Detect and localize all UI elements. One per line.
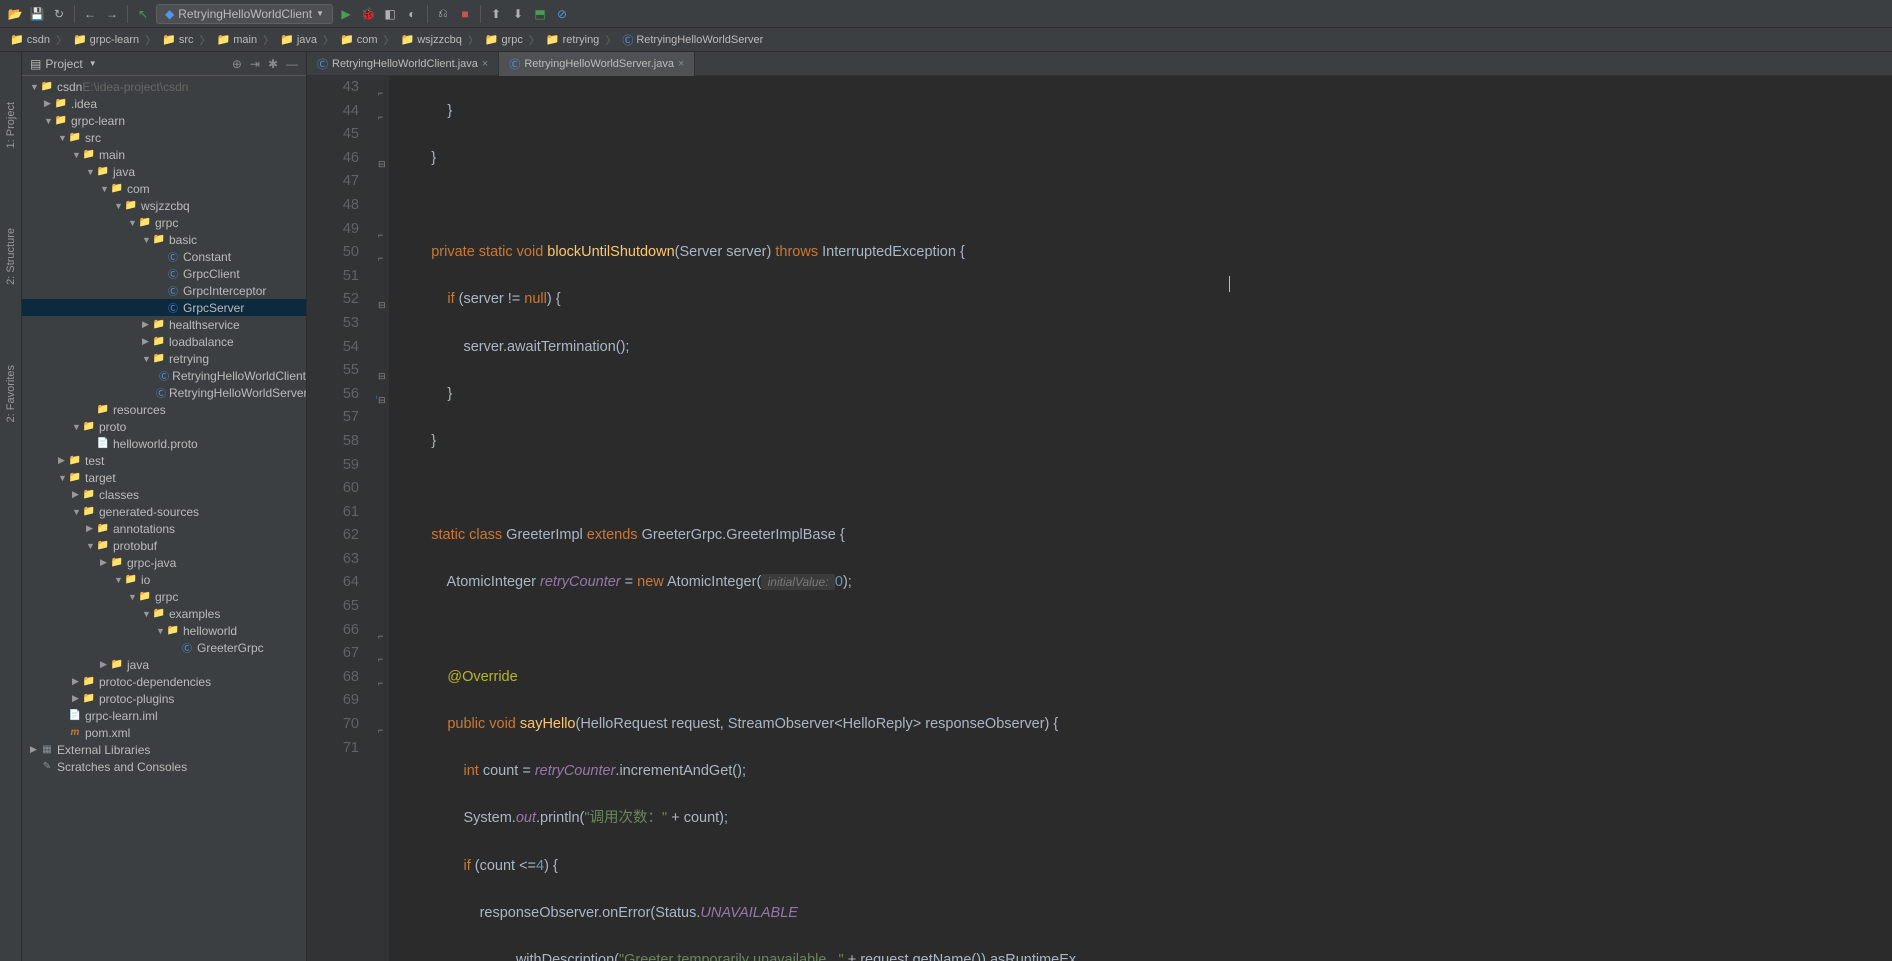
git-icon[interactable]: ⬆ — [487, 5, 505, 23]
tree-item[interactable]: ▶📁java — [22, 656, 306, 673]
tree-item[interactable]: 📁resources — [22, 401, 306, 418]
main-toolbar: 📂 💾 ↻ ← → ↖ ◆ RetryingHelloWorldClient ▼… — [0, 0, 1892, 28]
tree-item[interactable]: ▼📁generated-sources — [22, 503, 306, 520]
code-editor[interactable]: 4344454647484950515253545556575859606162… — [307, 76, 1892, 961]
project-tree[interactable]: ▼📁csdn E:\idea-project\csdn▶📁.idea▼📁grpc… — [22, 76, 306, 961]
editor-tab[interactable]: ⒸRetryingHelloWorldClient.java× — [307, 52, 499, 76]
block-icon[interactable]: ⊘ — [553, 5, 571, 23]
coverage-icon[interactable]: ◧ — [381, 5, 399, 23]
tree-item[interactable]: ▼📁helloworld — [22, 622, 306, 639]
bc-item[interactable]: 📁retrying — [546, 33, 599, 46]
bc-item[interactable]: 📁wsjzzcbq — [400, 33, 461, 46]
tree-item[interactable]: ▼📁proto — [22, 418, 306, 435]
tree-item[interactable]: ▶📁grpc-java — [22, 554, 306, 571]
hide-icon[interactable]: — — [286, 57, 298, 71]
tree-item[interactable]: ▼📁wsjzzcbq — [22, 197, 306, 214]
bc-item[interactable]: 📁com — [340, 33, 377, 46]
tree-item[interactable]: mpom.xml — [22, 724, 306, 741]
fwd-icon[interactable]: → — [103, 5, 121, 23]
tree-item[interactable]: ▼📁com — [22, 180, 306, 197]
tree-item[interactable]: ⒸGrpcServer — [22, 299, 306, 316]
tree-item[interactable]: ▼📁csdn E:\idea-project\csdn — [22, 78, 306, 95]
editor-tabs: ⒸRetryingHelloWorldClient.java× ⒸRetryin… — [307, 52, 1892, 76]
bc-item[interactable]: 📁java — [280, 33, 317, 46]
stop-icon[interactable]: ■ — [456, 5, 474, 23]
debug-icon[interactable]: 🐞 — [359, 5, 377, 23]
run-config-dropdown[interactable]: ◆ RetryingHelloWorldClient ▼ — [156, 4, 333, 24]
tree-item[interactable]: ⒸConstant — [22, 248, 306, 265]
tree-item[interactable]: ▶📁protoc-plugins — [22, 690, 306, 707]
bc-item[interactable]: 📁main — [217, 33, 258, 46]
save-icon[interactable]: 💾 — [28, 5, 46, 23]
tree-item[interactable]: ▶📁loadbalance — [22, 333, 306, 350]
tree-item[interactable]: ▶📁protoc-dependencies — [22, 673, 306, 690]
tree-item[interactable]: ▶📁classes — [22, 486, 306, 503]
tree-item[interactable]: ⒸRetryingHelloWorldClient — [22, 367, 306, 384]
tree-item[interactable]: ▶📁healthservice — [22, 316, 306, 333]
fold-column: ⌐⌐⊟⌐⌐⊟⊟⊟⌐⌐⌐⌐ — [377, 76, 389, 961]
locate-icon[interactable]: ⊕ — [232, 57, 242, 71]
tree-item[interactable]: ▶📁.idea — [22, 95, 306, 112]
collapse-icon[interactable]: ⇥ — [250, 57, 260, 71]
bc-item[interactable]: 📁src — [162, 33, 193, 46]
left-tool-tabs: 1: Project 2: Structure 2: Favorites — [0, 52, 22, 961]
close-icon[interactable]: × — [482, 58, 488, 70]
tree-item[interactable]: ⒸGrpcInterceptor — [22, 282, 306, 299]
tab-structure[interactable]: 2: Structure — [5, 228, 17, 285]
tree-item[interactable]: ⒸRetryingHelloWorldServer — [22, 384, 306, 401]
close-icon[interactable]: × — [678, 58, 684, 70]
bc-item[interactable]: 📁grpc — [485, 33, 523, 46]
open-icon[interactable]: 📂 — [6, 5, 24, 23]
text-cursor — [1229, 276, 1230, 292]
bc-item[interactable]: 📁csdn — [10, 33, 50, 46]
editor-tab[interactable]: ⒸRetryingHelloWorldServer.java× — [499, 52, 695, 76]
bc-item[interactable]: 📁grpc-learn — [73, 33, 139, 46]
tree-item[interactable]: ▼📁examples — [22, 605, 306, 622]
tree-item[interactable]: ✎Scratches and Consoles — [22, 758, 306, 775]
tree-item[interactable]: 📄helloworld.proto — [22, 435, 306, 452]
run-config-label: RetryingHelloWorldClient — [178, 7, 312, 21]
tree-item[interactable]: ▼📁grpc-learn — [22, 112, 306, 129]
gutter: 4344454647484950515253545556575859606162… — [307, 76, 377, 961]
tree-item[interactable]: ⒸGreeterGrpc — [22, 639, 306, 656]
tree-item[interactable]: ▶📁annotations — [22, 520, 306, 537]
tree-item[interactable]: ▼📁main — [22, 146, 306, 163]
attach-icon[interactable]: ⎌ — [434, 5, 452, 23]
project-panel: ▤Project▼ ⊕ ⇥ ✱ — ▼📁csdn E:\idea-project… — [22, 52, 307, 961]
tree-item[interactable]: ▼📁target — [22, 469, 306, 486]
tree-item[interactable]: ▼📁java — [22, 163, 306, 180]
tree-item[interactable]: ▼📁protobuf — [22, 537, 306, 554]
breadcrumb-bar: 📁csdn〉 📁grpc-learn〉 📁src〉 📁main〉 📁java〉 … — [0, 28, 1892, 52]
bc-item[interactable]: ⒸRetryingHelloWorldServer — [622, 32, 763, 48]
git-icon2[interactable]: ⬇ — [509, 5, 527, 23]
profile-icon[interactable]: ◐ — [403, 5, 421, 23]
code-content[interactable]: } } private static void blockUntilShutdo… — [389, 76, 1892, 961]
tab-project[interactable]: 1: Project — [5, 102, 17, 148]
tree-item[interactable]: ▼📁grpc — [22, 588, 306, 605]
back-icon[interactable]: ← — [81, 5, 99, 23]
search-icon[interactable]: ⬒ — [531, 5, 549, 23]
tree-item[interactable]: ▶📁test — [22, 452, 306, 469]
tree-item[interactable]: ▼📁src — [22, 129, 306, 146]
hammer-icon[interactable]: ↖ — [134, 5, 152, 23]
tree-item[interactable]: ▼📁io — [22, 571, 306, 588]
tab-favorites[interactable]: 2: Favorites — [5, 365, 17, 422]
run-icon[interactable]: ▶ — [337, 5, 355, 23]
panel-title: Project — [45, 57, 82, 71]
settings-icon[interactable]: ✱ — [268, 57, 278, 71]
sync-icon[interactable]: ↻ — [50, 5, 68, 23]
tree-item[interactable]: ▼📁basic — [22, 231, 306, 248]
tree-item[interactable]: ⒸGrpcClient — [22, 265, 306, 282]
tree-item[interactable]: ▶▦External Libraries — [22, 741, 306, 758]
tree-item[interactable]: 📄grpc-learn.iml — [22, 707, 306, 724]
tree-item[interactable]: ▼📁grpc — [22, 214, 306, 231]
tree-item[interactable]: ▼📁retrying — [22, 350, 306, 367]
